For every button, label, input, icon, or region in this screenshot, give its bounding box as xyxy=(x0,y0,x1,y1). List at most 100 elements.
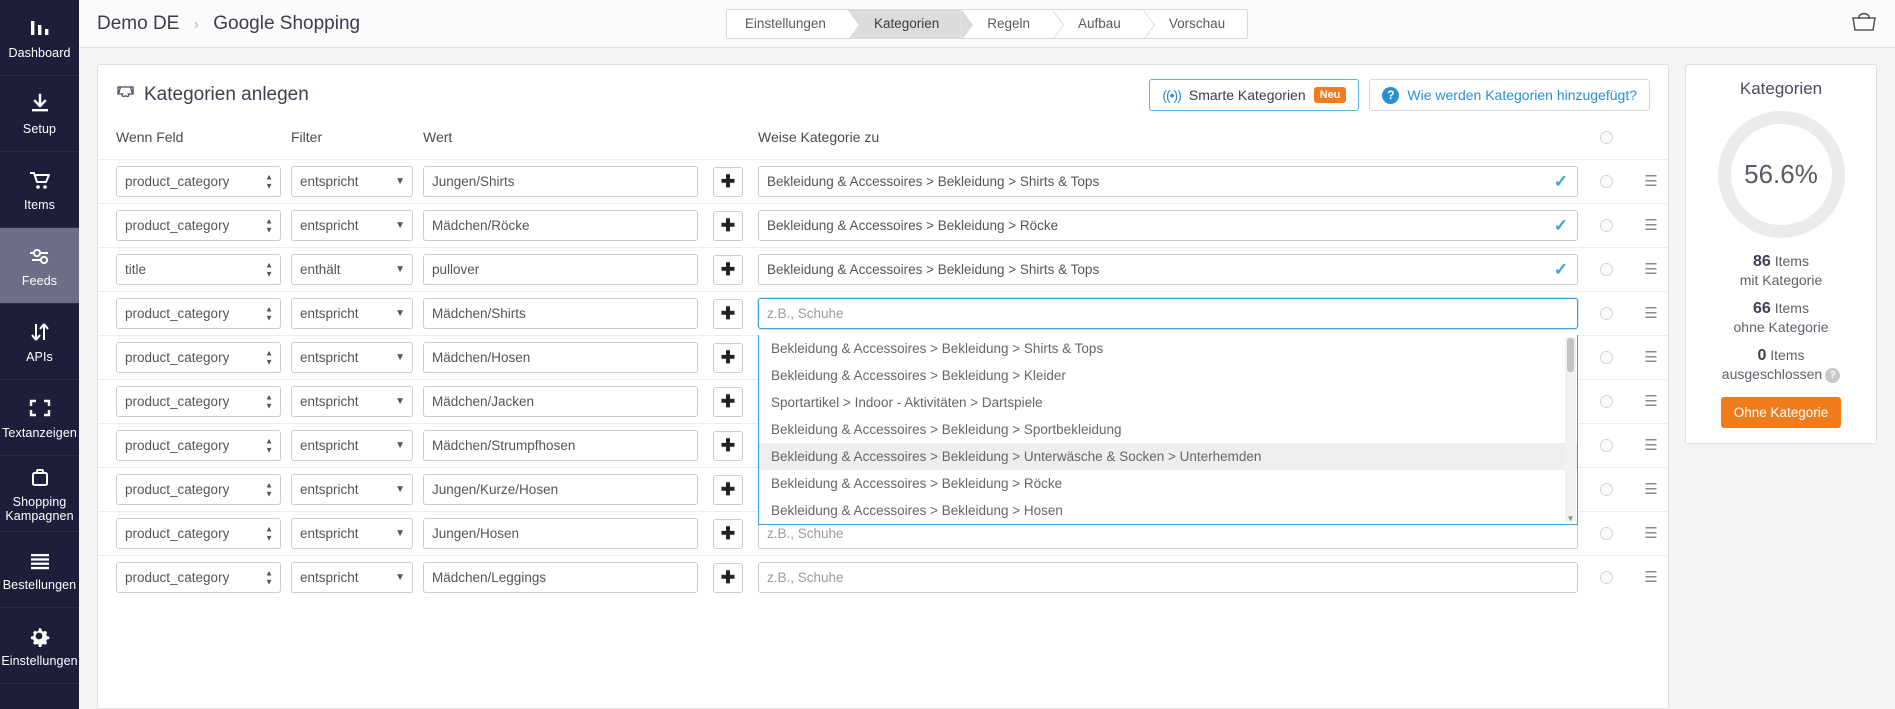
help-categories-button[interactable]: ? Wie werden Kategorien hinzugefügt? xyxy=(1369,79,1650,111)
without-category-button[interactable]: Ohne Kategorie xyxy=(1720,397,1842,428)
field-select-wrapper: product_category ▲ ▼ xyxy=(116,518,281,549)
value-input[interactable] xyxy=(423,254,698,285)
drag-handle-icon[interactable]: ☰ xyxy=(1644,350,1657,365)
drag-handle-icon[interactable]: ☰ xyxy=(1644,570,1657,585)
field-select[interactable]: product_category xyxy=(116,474,281,505)
sidebar-item-dashboard[interactable]: Dashboard xyxy=(0,0,79,76)
value-input[interactable] xyxy=(423,342,698,373)
field-select[interactable]: product_category xyxy=(116,562,281,593)
dropdown-option[interactable]: Sportartikel > Indoor - Aktivitäten > Da… xyxy=(759,389,1577,416)
filter-select[interactable]: entspricht xyxy=(291,386,413,417)
filter-select[interactable]: entspricht xyxy=(291,474,413,505)
dropdown-option[interactable]: Bekleidung & Accessoires > Bekleidung > … xyxy=(759,497,1577,524)
drag-handle-icon[interactable]: ☰ xyxy=(1644,482,1657,497)
google-shopping-bag-icon[interactable] xyxy=(1851,12,1877,35)
row-toggle-dot[interactable] xyxy=(1599,351,1613,364)
value-input[interactable] xyxy=(423,430,698,461)
filter-select[interactable]: entspricht xyxy=(291,518,413,549)
row-toggle-dot[interactable] xyxy=(1599,130,1613,144)
value-input[interactable] xyxy=(423,562,698,593)
filter-select[interactable]: entspricht xyxy=(291,562,413,593)
add-value-button[interactable]: ✚ xyxy=(713,254,743,285)
dropdown-option[interactable]: Bekleidung & Accessoires > Bekleidung > … xyxy=(759,470,1577,497)
field-select[interactable]: title xyxy=(116,254,281,285)
filter-select[interactable]: entspricht xyxy=(291,342,413,373)
wizard-step-vorschau[interactable]: Vorschau xyxy=(1142,9,1248,38)
value-input[interactable] xyxy=(423,518,698,549)
drag-handle-icon[interactable]: ☰ xyxy=(1644,262,1657,277)
dropdown-option[interactable]: Bekleidung & Accessoires > Bekleidung > … xyxy=(759,362,1577,389)
sidebar-item-items[interactable]: Items xyxy=(0,152,79,228)
value-input[interactable] xyxy=(423,210,698,241)
field-select[interactable]: product_category xyxy=(116,430,281,461)
add-value-button[interactable]: ✚ xyxy=(713,166,743,197)
sidebar-item-einstellungen[interactable]: Einstellungen xyxy=(0,608,79,684)
sidebar-item-feeds[interactable]: Feeds xyxy=(0,228,79,304)
row-toggle-dot[interactable] xyxy=(1599,571,1613,584)
add-value-button[interactable]: ✚ xyxy=(713,430,743,461)
add-value-button[interactable]: ✚ xyxy=(713,518,743,549)
category-input[interactable] xyxy=(758,562,1578,593)
filter-select[interactable]: entspricht xyxy=(291,298,413,329)
add-value-button[interactable]: ✚ xyxy=(713,386,743,417)
field-select[interactable]: product_category xyxy=(116,386,281,417)
row-toggle-dot[interactable] xyxy=(1599,395,1613,408)
row-toggle-dot[interactable] xyxy=(1599,439,1613,452)
drag-handle-icon[interactable]: ☰ xyxy=(1644,306,1657,321)
filter-select[interactable]: enthält xyxy=(291,254,413,285)
row-toggle-dot[interactable] xyxy=(1599,307,1613,320)
category-input[interactable] xyxy=(758,298,1578,329)
value-input[interactable] xyxy=(423,386,698,417)
row-toggle-dot[interactable] xyxy=(1599,175,1613,188)
dropdown-option[interactable]: Bekleidung & Accessoires > Bekleidung > … xyxy=(759,335,1577,362)
add-value-button[interactable]: ✚ xyxy=(713,474,743,505)
field-select[interactable]: product_category xyxy=(116,298,281,329)
sidebar-item-bestellungen[interactable]: Bestellungen xyxy=(0,532,79,608)
add-value-button[interactable]: ✚ xyxy=(713,562,743,593)
row-toggle-dot[interactable] xyxy=(1599,263,1613,276)
drag-handle-icon[interactable]: ☰ xyxy=(1644,394,1657,409)
row-toggle-dot[interactable] xyxy=(1599,219,1613,232)
drag-handle-icon[interactable]: ☰ xyxy=(1644,174,1657,189)
smart-categories-button[interactable]: ((•)) Smarte Kategorien Neu xyxy=(1149,79,1360,111)
table-row: product_category▲▼ entspricht▼ ✚ ✓ ☰ xyxy=(98,159,1668,203)
dropdown-option[interactable]: Bekleidung & Accessoires > Bekleidung > … xyxy=(759,443,1577,470)
category-input[interactable] xyxy=(758,254,1578,285)
wizard-step-aufbau[interactable]: Aufbau xyxy=(1052,9,1155,38)
add-value-button[interactable]: ✚ xyxy=(713,342,743,373)
scroll-down-icon[interactable]: ▼ xyxy=(1566,514,1575,523)
wizard-step-kategorien[interactable]: Kategorien xyxy=(847,9,974,38)
breadcrumb-page[interactable]: Google Shopping xyxy=(213,13,360,34)
category-suggestions-dropdown[interactable]: Bekleidung & Accessoires > Bekleidung > … xyxy=(758,335,1578,525)
add-value-button[interactable]: ✚ xyxy=(713,210,743,241)
drag-handle-icon[interactable]: ☰ xyxy=(1644,526,1657,541)
help-circle-icon[interactable]: ? xyxy=(1825,367,1841,383)
sidebar-item-textanzeigen[interactable]: Textanzeigen xyxy=(0,380,79,456)
field-select[interactable]: product_category xyxy=(116,342,281,373)
filter-select[interactable]: entspricht xyxy=(291,166,413,197)
field-select[interactable]: product_category xyxy=(116,166,281,197)
value-input[interactable] xyxy=(423,166,698,197)
drag-handle-icon[interactable]: ☰ xyxy=(1644,438,1657,453)
dropdown-scrollbar[interactable]: ▲▼ xyxy=(1565,336,1576,523)
drag-handle-icon[interactable]: ☰ xyxy=(1644,218,1657,233)
value-input[interactable] xyxy=(423,474,698,505)
breadcrumb-account[interactable]: Demo DE xyxy=(97,13,179,34)
value-input[interactable] xyxy=(423,298,698,329)
sidebar-item-setup[interactable]: Setup xyxy=(0,76,79,152)
field-select[interactable]: product_category xyxy=(116,518,281,549)
dropdown-option[interactable]: Bekleidung & Accessoires > Bekleidung > … xyxy=(759,416,1577,443)
row-toggle-dot[interactable] xyxy=(1599,527,1613,540)
field-select[interactable]: product_category xyxy=(116,210,281,241)
sidebar-item-apis[interactable]: APIs xyxy=(0,304,79,380)
scrollbar-thumb[interactable] xyxy=(1567,338,1574,372)
add-value-button[interactable]: ✚ xyxy=(713,298,743,329)
sidebar-item-shopping-kampagnen[interactable]: Shopping Kampagnen xyxy=(0,456,79,532)
filter-select[interactable]: entspricht xyxy=(291,210,413,241)
wizard-step-regeln[interactable]: Regeln xyxy=(961,9,1064,38)
category-input[interactable] xyxy=(758,166,1578,197)
category-input[interactable] xyxy=(758,210,1578,241)
wizard-step-einstellungen[interactable]: Einstellungen xyxy=(726,9,861,38)
filter-select[interactable]: entspricht xyxy=(291,430,413,461)
row-toggle-dot[interactable] xyxy=(1599,483,1613,496)
